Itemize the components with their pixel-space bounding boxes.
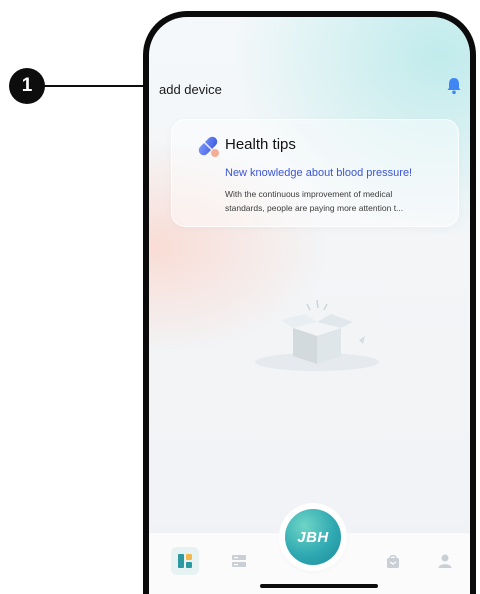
tab-profile[interactable]	[431, 547, 459, 575]
callout-marker: 1	[9, 68, 45, 104]
dashboard-icon	[178, 554, 192, 568]
phone-frame: add device Health tips New knowledge abo…	[143, 11, 476, 594]
health-tips-card[interactable]: Health tips New knowledge about blood pr…	[171, 119, 459, 227]
health-tips-body-line: With the continuous improvement of medic…	[225, 189, 393, 199]
jbh-center-button[interactable]: JBH	[285, 509, 341, 565]
health-tips-body: With the continuous improvement of medic…	[225, 187, 457, 215]
capsule-icon	[198, 136, 219, 157]
empty-box-illustration	[255, 299, 379, 371]
health-tips-title: Health tips	[225, 136, 296, 153]
tab-records[interactable]	[225, 547, 253, 575]
bell-icon[interactable]	[446, 77, 462, 95]
list-icon	[232, 555, 246, 567]
person-icon	[438, 554, 452, 568]
shopping-bag-icon	[387, 554, 399, 568]
callout-line	[44, 85, 156, 87]
tab-mall[interactable]	[379, 547, 407, 575]
health-tips-body-line: standards, people are paying more attent…	[225, 203, 404, 213]
home-indicator	[260, 584, 378, 588]
health-tips-headline[interactable]: New knowledge about blood pressure!	[225, 167, 412, 179]
add-device-button[interactable]: add device	[159, 82, 222, 97]
tab-home[interactable]	[171, 547, 199, 575]
